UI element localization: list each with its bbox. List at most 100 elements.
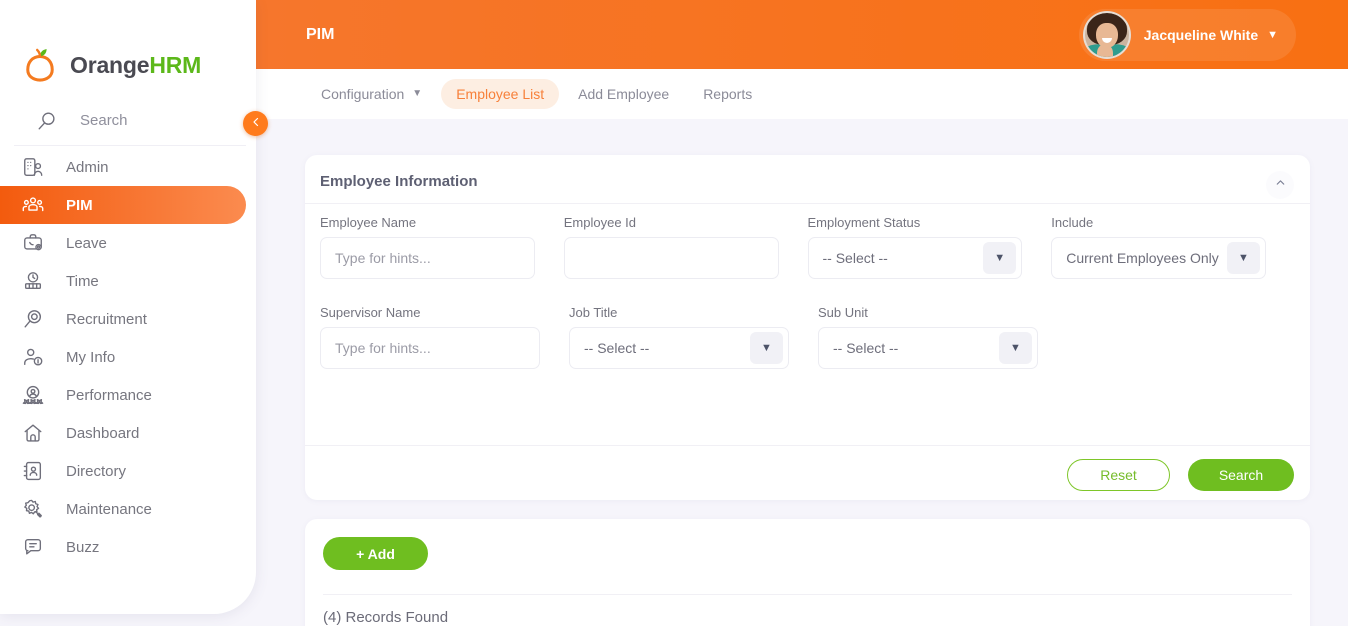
field-sub-unit: Sub Unit -- Select -- ▼ (818, 305, 1038, 369)
reset-button[interactable]: Reset (1067, 459, 1170, 491)
field-employee-name: Employee Name Type for hints... (320, 215, 535, 279)
search-button[interactable]: Search (1188, 459, 1294, 491)
field-label: Employee Id (563, 215, 637, 230)
sidebar-item-leave[interactable]: Leave (0, 224, 246, 262)
sidebar-item-label: Recruitment (66, 310, 147, 328)
recruitment-icon (22, 308, 44, 330)
chevron-down-icon: ▼ (983, 242, 1017, 274)
form-actions: Reset Search (1067, 459, 1294, 491)
records-found-label: (4) Records Found (323, 609, 449, 626)
topbar: PIM Jacqueline White ▼ (256, 0, 1348, 69)
sidebar-item-time[interactable]: Time (0, 262, 246, 300)
field-row-2: Supervisor Name Type for hints... Job Ti… (320, 305, 1295, 369)
sidebar-nav-list: Admin PIM Leave Time Recruitment My Info… (0, 148, 256, 566)
chevron-down-icon: ▼ (750, 332, 783, 364)
field-label: Sub Unit (818, 305, 868, 320)
time-clock-icon (22, 270, 44, 292)
field-job-title: Job Title -- Select -- ▼ (569, 305, 789, 369)
sidebar-item-label: My Info (66, 348, 116, 366)
tab-label: Add Employee (578, 86, 670, 102)
job-title-select[interactable]: -- Select -- ▼ (569, 327, 789, 369)
leave-icon (22, 232, 44, 254)
employee-id-input[interactable] (563, 237, 779, 279)
sidebar-item-label: Buzz (66, 538, 100, 556)
card-collapse-toggle[interactable] (1266, 171, 1294, 199)
employment-status-select[interactable]: -- Select -- ▼ (807, 237, 1023, 279)
main-content: Employee Information Employee Name Type … (256, 119, 1348, 626)
field-row-1: Employee Name Type for hints... Employee… (320, 215, 1295, 279)
sidebar-item-my-info[interactable]: My Info (0, 338, 246, 376)
sidebar-item-label: Dashboard (66, 424, 140, 442)
chevron-down-icon: ▼ (999, 332, 1032, 364)
sidebar: OrangeHRM Search Admin PIM Leave Time Re… (0, 0, 256, 614)
sidebar-item-dashboard[interactable]: Dashboard (0, 414, 246, 452)
user-dropdown[interactable]: Jacqueline White ▼ (1078, 9, 1296, 61)
performance-icon (22, 384, 44, 406)
app-root: OrangeHRM Search Admin PIM Leave Time Re… (0, 0, 1348, 626)
field-label: Supervisor Name (320, 305, 421, 320)
sidebar-item-label: Admin (66, 158, 109, 176)
admin-icon (22, 156, 44, 178)
tab-add-employee[interactable]: Add Employee (563, 79, 684, 109)
directory-icon (22, 460, 44, 482)
tab-label: Reports (703, 86, 753, 102)
sidebar-item-label: Directory (66, 462, 127, 480)
sidebar-item-label: Maintenance (66, 500, 152, 518)
supervisor-name-input[interactable]: Type for hints... (320, 327, 540, 369)
sidebar-search[interactable]: Search (14, 96, 246, 146)
nav-tabs: Configuration ▼ Employee List Add Employ… (256, 69, 1348, 119)
sub-unit-select[interactable]: -- Select -- ▼ (818, 327, 1038, 369)
field-label: Employment Status (807, 215, 921, 230)
employee-name-input[interactable]: Type for hints... (320, 237, 535, 279)
sidebar-item-label: Leave (66, 234, 107, 252)
field-label: Employee Name (320, 215, 417, 230)
sidebar-item-label: Time (66, 272, 99, 290)
sidebar-item-performance[interactable]: Performance (0, 376, 246, 414)
dashboard-home-icon (22, 422, 44, 444)
field-supervisor-name: Supervisor Name Type for hints... (320, 305, 540, 369)
sidebar-item-label: Performance (66, 386, 152, 404)
user-name: Jacqueline White (1143, 27, 1259, 43)
sidebar-item-admin[interactable]: Admin (0, 148, 246, 186)
add-employee-button[interactable]: + Add (323, 537, 428, 570)
sidebar-item-maintenance[interactable]: Maintenance (0, 490, 246, 528)
tab-configuration[interactable]: Configuration ▼ (306, 79, 437, 109)
select-value: -- Select -- (822, 250, 888, 266)
orange-fruit-logo (24, 48, 56, 82)
page-title: PIM (306, 26, 335, 43)
tab-employee-list[interactable]: Employee List (441, 79, 560, 109)
search-fields: Employee Name Type for hints... Employee… (320, 215, 1295, 369)
chevron-up-icon (1274, 176, 1287, 194)
sidebar-item-recruitment[interactable]: Recruitment (0, 300, 246, 338)
brand-name-orange: Orange (70, 51, 150, 78)
brand-name-hrm: HRM (149, 51, 202, 78)
employee-records-card: + Add (4) Records Found (305, 519, 1310, 626)
search-icon (36, 110, 58, 132)
field-label: Include (1051, 215, 1094, 230)
maintenance-gear-icon (22, 498, 44, 520)
sidebar-item-pim[interactable]: PIM (0, 186, 246, 224)
employee-information-card: Employee Information Employee Name Type … (305, 155, 1310, 500)
sidebar-collapse-toggle[interactable] (243, 111, 268, 136)
pim-people-icon (22, 194, 44, 216)
tab-reports[interactable]: Reports (688, 79, 767, 109)
field-employee-id: Employee Id (563, 215, 779, 279)
tab-label: Employee List (456, 86, 545, 102)
sidebar-item-buzz[interactable]: Buzz (0, 528, 246, 566)
sidebar-item-directory[interactable]: Directory (0, 452, 246, 490)
card-divider (305, 203, 1310, 204)
form-divider (305, 445, 1310, 446)
chevron-left-icon (250, 115, 262, 133)
field-employment-status: Employment Status -- Select -- ▼ (807, 215, 1023, 279)
include-select[interactable]: Current Employees Only ▼ (1051, 237, 1266, 279)
brand-logo-area: OrangeHRM (0, 0, 256, 96)
chevron-down-icon: ▼ (1227, 242, 1260, 274)
select-value: -- Select -- (833, 340, 899, 356)
buzz-chat-icon (22, 536, 44, 558)
results-divider (323, 594, 1292, 595)
field-label: Job Title (569, 305, 618, 320)
my-info-icon (22, 346, 44, 368)
sidebar-item-label: PIM (66, 196, 93, 214)
avatar (1082, 11, 1131, 59)
card-title: Employee Information (320, 173, 478, 190)
